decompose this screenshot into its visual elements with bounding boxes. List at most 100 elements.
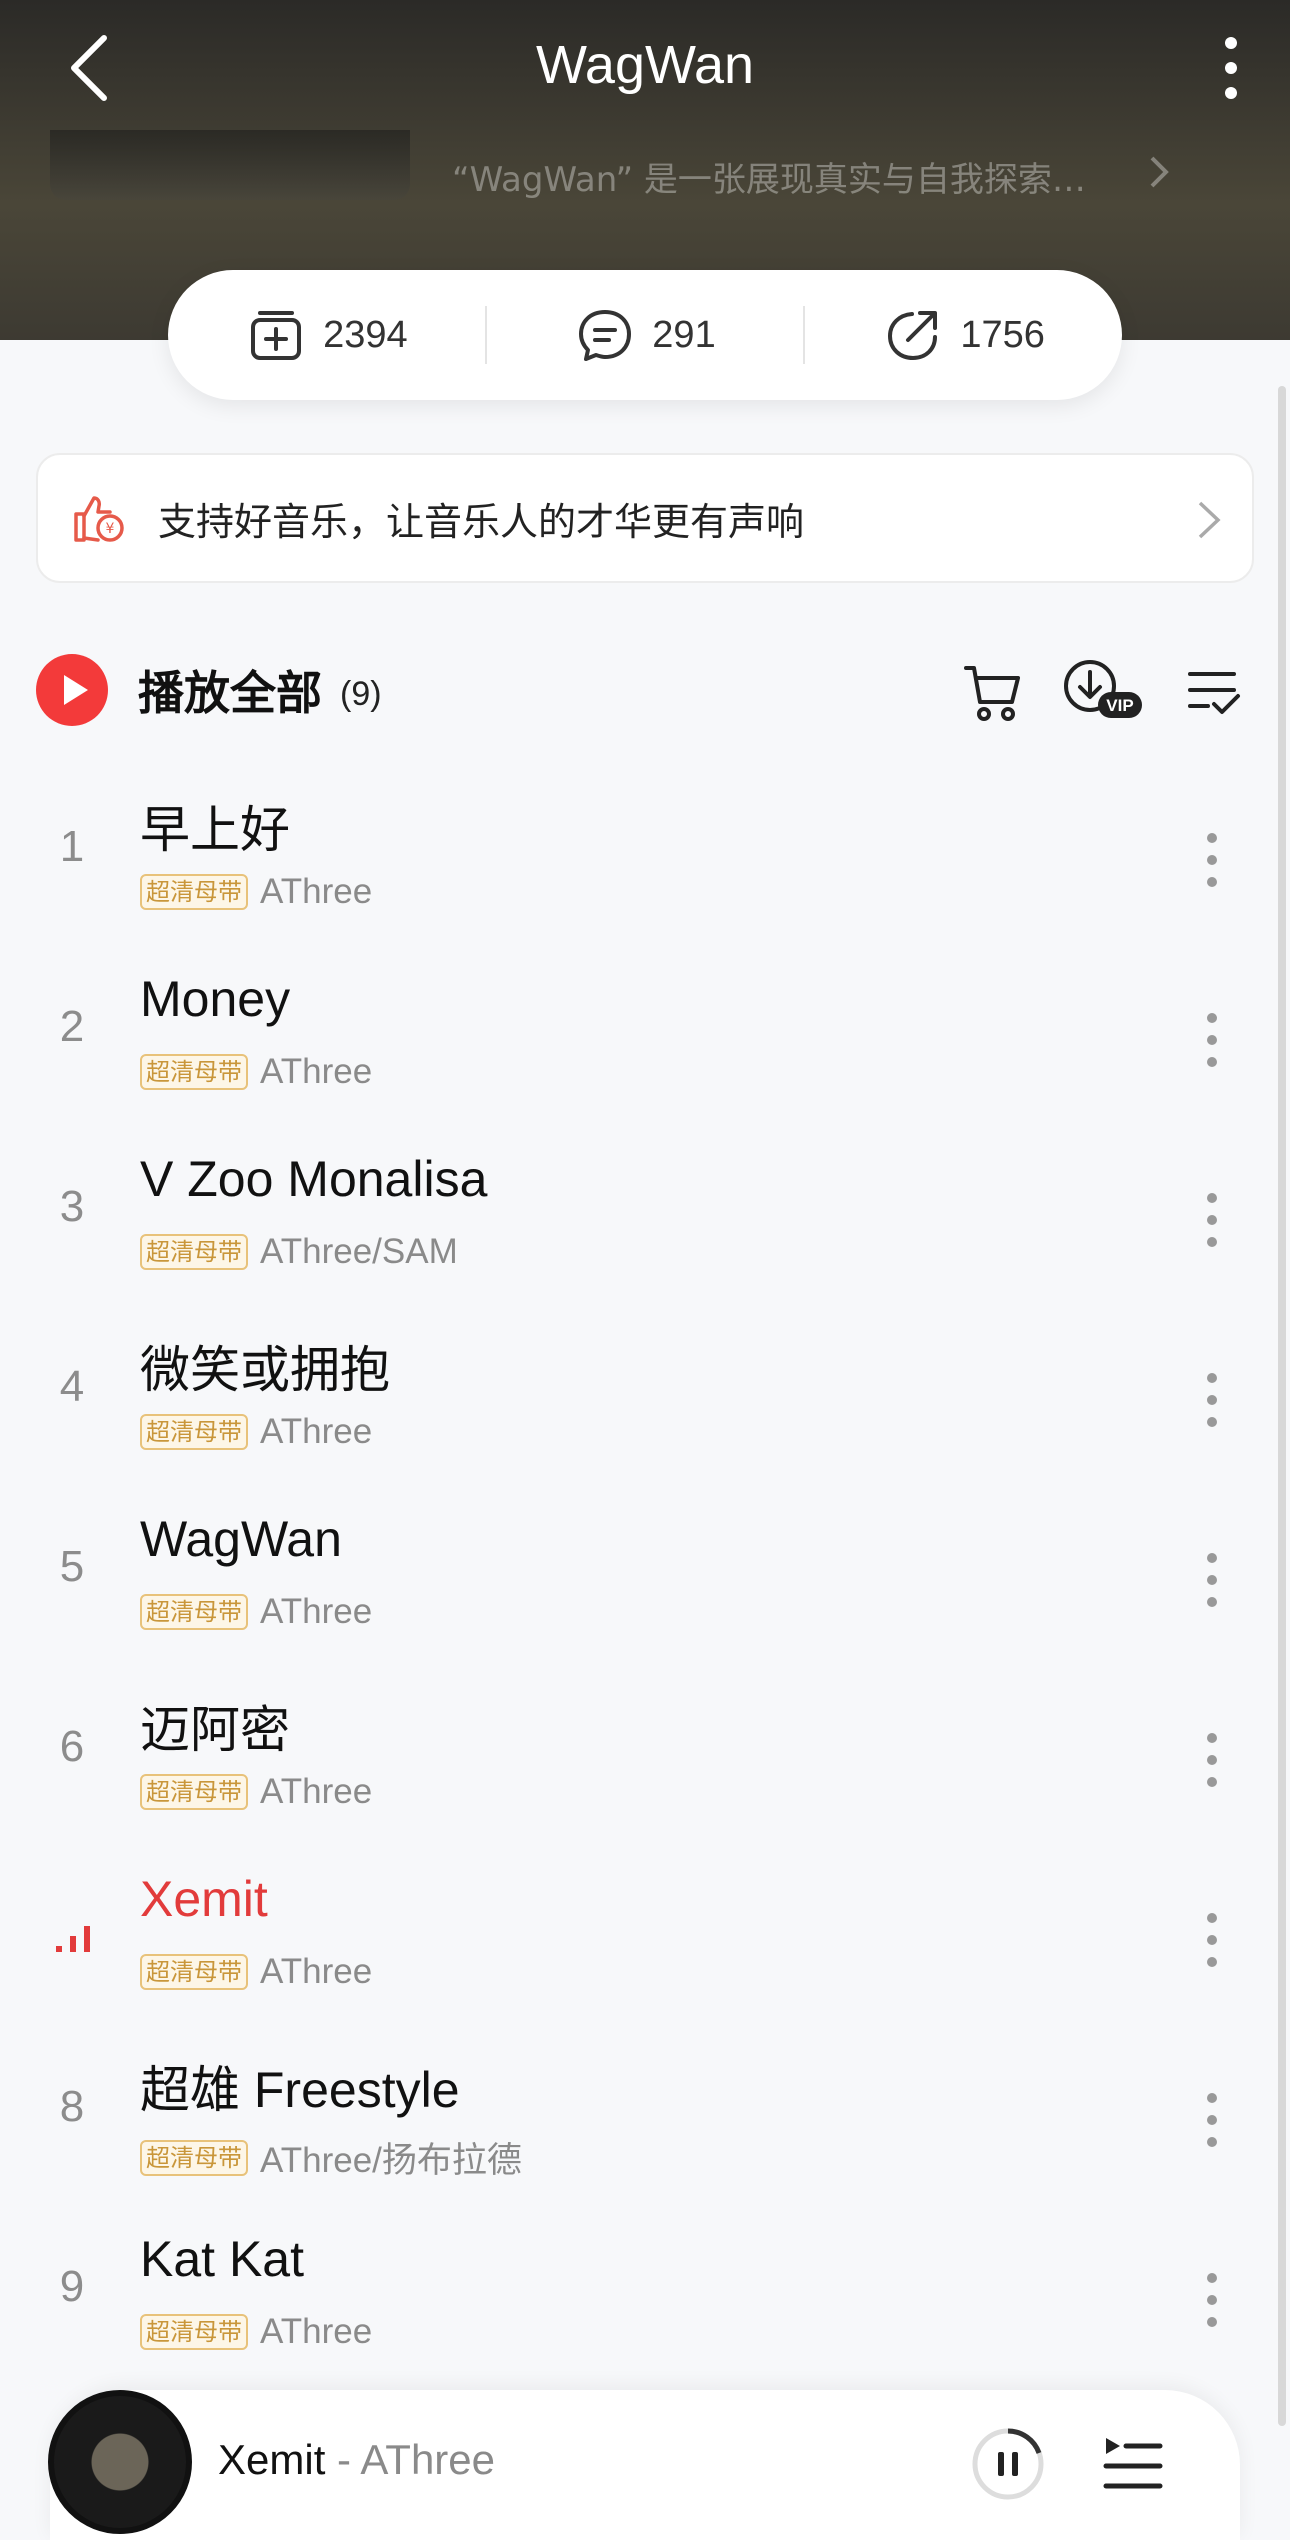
- song-row[interactable]: 2 Money 超清母带 AThree: [0, 950, 1290, 1130]
- song-artist: AThree: [260, 1412, 373, 1451]
- song-artist: AThree: [260, 2312, 373, 2351]
- multi-select-icon[interactable]: [1186, 656, 1242, 724]
- quality-badge: 超清母带: [140, 2314, 248, 2350]
- song-row-now-playing[interactable]: Xemit 超清母带 AThree: [0, 1850, 1290, 2030]
- play-all-label[interactable]: 播放全部: [138, 657, 322, 723]
- song-row[interactable]: 5 WagWan 超清母带 AThree: [0, 1490, 1290, 1670]
- quality-badge: 超清母带: [140, 1054, 248, 1090]
- thumbs-up-coin-icon: ¥: [74, 496, 124, 542]
- now-playing-cover[interactable]: [48, 2390, 192, 2534]
- song-list: 1 早上好 超清母带 AThree 2 Money 超清母带 AThree 3 …: [0, 770, 1290, 2390]
- song-meta: 超清母带 AThree: [140, 2312, 372, 2352]
- song-artist: AThree/SAM: [260, 1232, 458, 1271]
- song-index: 5: [59, 1542, 85, 1591]
- song-index: 6: [59, 1722, 85, 1771]
- song-row[interactable]: 8 超雄 Freestyle 超清母带 AThree/扬布拉德: [0, 2030, 1290, 2210]
- chevron-right-icon: [1150, 156, 1169, 188]
- song-title: 早上好: [140, 802, 290, 858]
- song-index: 4: [59, 1362, 85, 1411]
- more-options-icon[interactable]: [1204, 1550, 1220, 1610]
- more-options-icon[interactable]: [1204, 1910, 1220, 1970]
- song-index: 2: [59, 1002, 85, 1051]
- now-playing-artist: AThree: [360, 2436, 496, 2483]
- song-index: 3: [59, 1182, 85, 1231]
- playlist-queue-icon[interactable]: [1100, 2432, 1164, 2496]
- song-meta: 超清母带 AThree/扬布拉德: [140, 2132, 522, 2183]
- title-separator: -: [337, 2436, 352, 2483]
- comment-count: 291: [652, 313, 716, 356]
- quality-badge: 超清母带: [140, 1594, 248, 1630]
- song-title: 超雄 Freestyle: [140, 2062, 460, 2118]
- now-playing-title[interactable]: Xemit - AThree: [218, 2436, 495, 2484]
- share-button[interactable]: 1756: [805, 304, 1122, 366]
- song-count: (9): [340, 674, 382, 713]
- album-description[interactable]: “WagWan” 是一张展现真实与自我探索…: [452, 152, 1172, 201]
- support-banner[interactable]: ¥ 支持好音乐，让音乐人的才华更有声响: [36, 453, 1254, 583]
- song-row[interactable]: 6 迈阿密 超清母带 AThree: [0, 1670, 1290, 1850]
- song-title: 微笑或拥抱: [140, 1342, 390, 1398]
- collect-count: 2394: [323, 313, 408, 356]
- share-icon: [888, 311, 938, 361]
- song-meta: 超清母带 AThree: [140, 1592, 372, 1632]
- comment-icon: [579, 310, 632, 361]
- song-title: Money: [140, 971, 291, 1027]
- mini-player[interactable]: Xemit - AThree: [48, 2390, 1240, 2540]
- more-options-icon[interactable]: [1204, 1190, 1220, 1250]
- song-title: WagWan: [140, 1511, 342, 1567]
- more-options-icon[interactable]: [1204, 1370, 1220, 1430]
- song-artist: AThree: [260, 872, 373, 911]
- song-meta: 超清母带 AThree: [140, 872, 372, 912]
- quality-badge: 超清母带: [140, 1234, 248, 1270]
- download-vip-icon[interactable]: VIP: [1060, 656, 1144, 724]
- svg-text:VIP: VIP: [1106, 696, 1133, 715]
- collect-add-icon: [251, 311, 302, 360]
- play-all-button[interactable]: [36, 654, 108, 726]
- album-cover: [50, 130, 410, 200]
- more-options-icon[interactable]: [1204, 2270, 1220, 2330]
- song-artist: AThree: [260, 1592, 373, 1631]
- song-artist: AThree: [260, 1052, 373, 1091]
- song-row[interactable]: 1 早上好 超清母带 AThree: [0, 770, 1290, 950]
- song-index: 9: [59, 2262, 85, 2311]
- more-options-icon[interactable]: [1204, 830, 1220, 890]
- scrollbar[interactable]: [1278, 386, 1286, 2426]
- pause-icon[interactable]: [970, 2426, 1046, 2502]
- svg-text:¥: ¥: [106, 521, 115, 537]
- quality-badge: 超清母带: [140, 1774, 248, 1810]
- song-row[interactable]: 9 Kat Kat 超清母带 AThree: [0, 2210, 1290, 2390]
- now-playing-song: Xemit: [218, 2436, 326, 2483]
- quality-badge: 超清母带: [140, 1414, 248, 1450]
- share-count: 1756: [960, 313, 1045, 356]
- song-title: V Zoo Monalisa: [140, 1151, 488, 1207]
- song-artist: AThree: [260, 1772, 373, 1811]
- collect-button[interactable]: 2394: [168, 304, 485, 366]
- page-title: WagWan: [535, 35, 755, 95]
- cart-icon[interactable]: [962, 656, 1024, 724]
- stats-bar: 2394 291 1756: [168, 270, 1122, 400]
- song-meta: 超清母带 AThree: [140, 1952, 372, 1992]
- song-artist: AThree: [260, 1952, 373, 1991]
- song-title: Kat Kat: [140, 2231, 304, 2287]
- song-meta: 超清母带 AThree: [140, 1052, 372, 1092]
- song-index: 8: [59, 2082, 85, 2131]
- song-meta: 超清母带 AThree: [140, 1772, 372, 1812]
- comment-button[interactable]: 291: [487, 304, 804, 366]
- chevron-right-icon: [1198, 501, 1221, 539]
- song-row[interactable]: 3 V Zoo Monalisa 超清母带 AThree/SAM: [0, 1130, 1290, 1310]
- banner-text: 支持好音乐，让音乐人的才华更有声响: [158, 499, 805, 544]
- now-playing-bars-icon: [56, 1926, 90, 1952]
- song-index: 1: [59, 822, 85, 871]
- quality-badge: 超清母带: [140, 1954, 248, 1990]
- quality-badge: 超清母带: [140, 2139, 248, 2176]
- quality-badge: 超清母带: [140, 874, 248, 910]
- song-title: 迈阿密: [140, 1702, 290, 1758]
- song-artist: AThree/扬布拉德: [260, 2141, 522, 2180]
- more-options-icon[interactable]: [1204, 2090, 1220, 2150]
- more-options-icon[interactable]: [1204, 1010, 1220, 1070]
- more-options-icon[interactable]: [1204, 1730, 1220, 1790]
- song-title: Xemit: [140, 1871, 268, 1927]
- song-row[interactable]: 4 微笑或拥抱 超清母带 AThree: [0, 1310, 1290, 1490]
- song-meta: 超清母带 AThree/SAM: [140, 1232, 458, 1272]
- play-all-row: 播放全部 (9) VIP: [36, 650, 1254, 730]
- more-options-icon[interactable]: [1206, 28, 1256, 108]
